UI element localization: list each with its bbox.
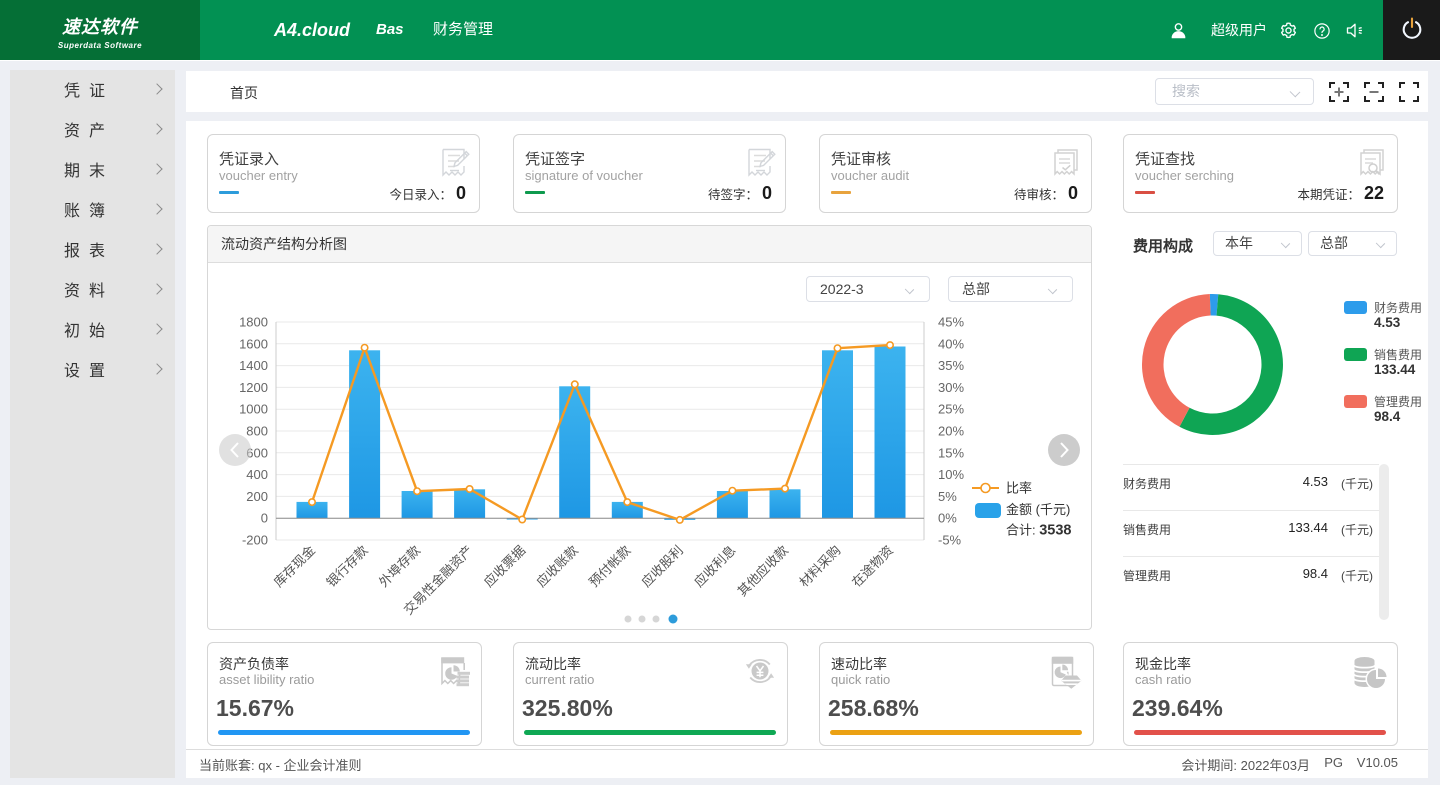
svg-text:合计: 3538: 合计: 3538 (1006, 523, 1072, 539)
svg-text:比率: 比率 (1006, 481, 1032, 496)
svg-text:其他应收款: 其他应收款 (735, 543, 792, 600)
svg-text:35%: 35% (938, 358, 964, 373)
svg-text:20%: 20% (938, 424, 964, 439)
svg-text:1600: 1600 (239, 336, 268, 351)
svg-text:-200: -200 (242, 533, 268, 548)
svg-text:800: 800 (246, 424, 268, 439)
svg-text:45%: 45% (938, 315, 964, 330)
svg-text:在途物资: 在途物资 (849, 543, 896, 590)
svg-text:-5%: -5% (938, 533, 962, 548)
svg-text:预付帐款: 预付帐款 (586, 543, 633, 590)
svg-text:1200: 1200 (239, 380, 268, 395)
svg-text:外埠存款: 外埠存款 (376, 543, 423, 590)
svg-text:库存现金: 库存现金 (271, 543, 318, 590)
svg-text:15%: 15% (938, 445, 964, 460)
svg-text:1400: 1400 (239, 358, 268, 373)
svg-text:400: 400 (246, 467, 268, 482)
svg-text:银行存款: 银行存款 (323, 543, 370, 590)
svg-text:25%: 25% (938, 402, 964, 417)
svg-text:10%: 10% (938, 467, 964, 482)
svg-text:应收利息: 应收利息 (691, 543, 738, 590)
svg-text:应收账款: 应收账款 (534, 543, 581, 590)
svg-text:金额 (千元): 金额 (千元) (1006, 502, 1070, 517)
svg-text:应收股利: 应收股利 (639, 543, 686, 590)
svg-text:1000: 1000 (239, 402, 268, 417)
svg-text:30%: 30% (938, 380, 964, 395)
svg-text:0%: 0% (938, 511, 957, 526)
svg-text:0: 0 (261, 511, 268, 526)
svg-text:5%: 5% (938, 489, 957, 504)
svg-text:应收票据: 应收票据 (481, 543, 528, 590)
svg-text:材料采购: 材料采购 (796, 543, 843, 590)
svg-text:40%: 40% (938, 336, 964, 351)
svg-text:1800: 1800 (239, 315, 268, 330)
svg-text:200: 200 (246, 489, 268, 504)
